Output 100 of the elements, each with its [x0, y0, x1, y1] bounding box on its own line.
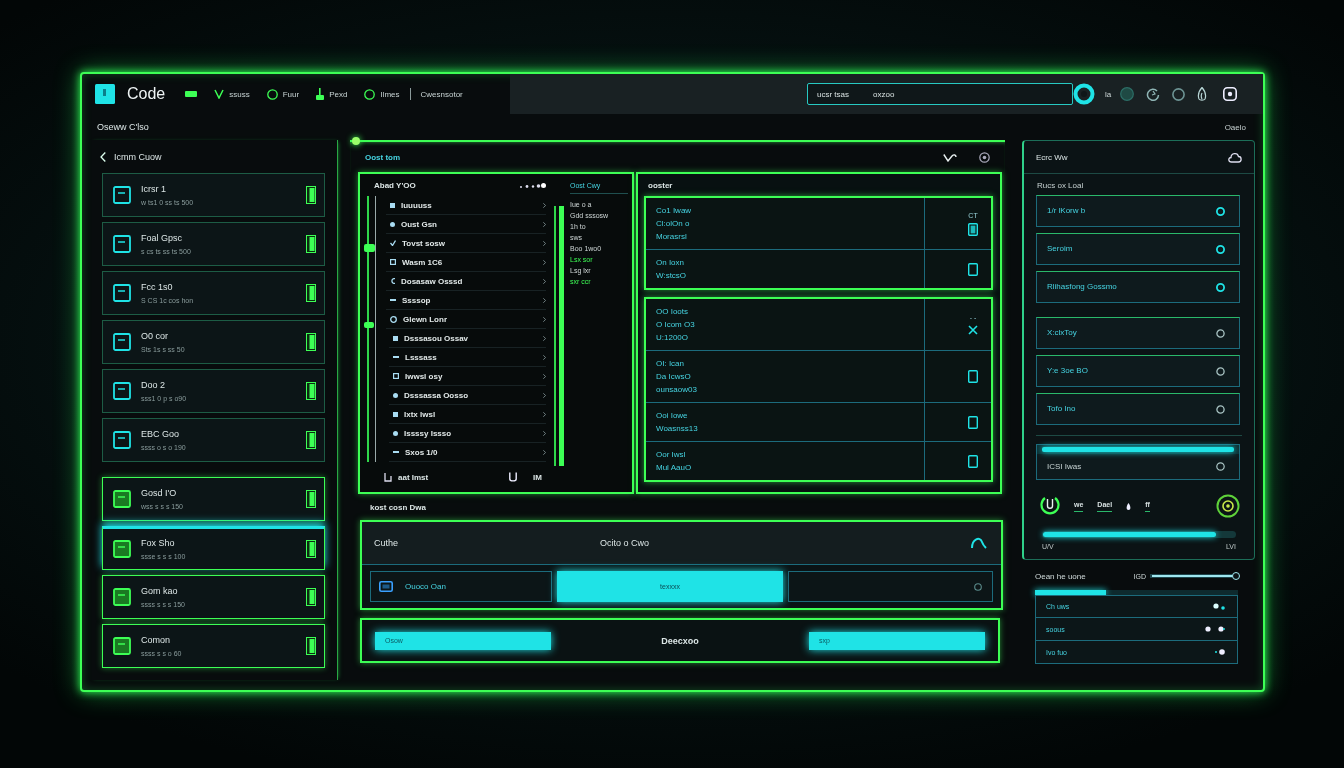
card-title: Doo 2: [141, 380, 167, 390]
option-item[interactable]: Seroim: [1036, 233, 1240, 265]
checkbox[interactable]: [968, 454, 978, 468]
tree-item[interactable]: Wasm 1C6: [386, 253, 546, 272]
scrollbar[interactable]: [364, 196, 378, 462]
dots-icon[interactable]: [1205, 626, 1225, 632]
monitor-icon: [379, 581, 393, 592]
slider-fill[interactable]: [1043, 532, 1216, 537]
editor-title: Oost tom: [365, 152, 401, 162]
tree-item[interactable]: Ssssop: [386, 291, 546, 310]
tab-icon: [306, 431, 316, 449]
list-title: ooster: [648, 180, 673, 190]
chevron-right-icon: [543, 240, 546, 246]
card-title: EBC Goo: [141, 429, 181, 439]
chevron-right-icon: [543, 411, 546, 417]
dot-icon: [393, 430, 398, 436]
card-title: Foal Gpsc: [141, 233, 183, 243]
chevron-right-icon: [543, 430, 546, 436]
check-icon[interactable]: [943, 152, 957, 162]
refresh-icon[interactable]: [1146, 87, 1161, 101]
tree-item[interactable]: Glewn Lonr: [386, 310, 546, 329]
dots-icon[interactable]: [520, 181, 546, 189]
nav-item[interactable]: Pexd: [316, 88, 348, 100]
search-field[interactable]: ucsr tsas oxzoo: [807, 83, 1073, 105]
nav-item[interactable]: Ilmes: [364, 88, 400, 100]
tree-item[interactable]: Dosasaw Osssd: [386, 272, 546, 291]
ring-icon[interactable]: [1073, 83, 1095, 105]
dot-icon: [390, 221, 395, 227]
nav-item[interactable]: Cwesnsotor: [420, 89, 463, 99]
nav-item[interactable]: Fuur: [266, 88, 300, 100]
dash-icon: [390, 299, 396, 301]
flame-icon[interactable]: [1197, 87, 1208, 101]
option-item[interactable]: X:clxToy: [1036, 317, 1240, 349]
panel-title: Icmm Cuow: [114, 151, 162, 162]
tab-icon: [306, 284, 316, 302]
input-field[interactable]: [788, 571, 993, 602]
ring-icon: [390, 315, 397, 323]
tree-item[interactable]: Ixtx lwsl: [389, 405, 546, 424]
tree-item[interactable]: Iwwsl osy: [389, 367, 546, 386]
nav-item[interactable]: ssuss: [214, 89, 250, 99]
loop-icon[interactable]: [971, 537, 987, 549]
power-icon[interactable]: [1040, 495, 1060, 517]
section-label: Rucs ox Loal: [1036, 180, 1085, 192]
tree-item[interactable]: Tovst sosw: [386, 234, 546, 253]
page-title: Oseww C'lso: [97, 122, 149, 132]
option-item[interactable]: 1/r lKorw b: [1036, 195, 1240, 227]
dash-icon: [393, 356, 399, 358]
checkbox[interactable]: [968, 370, 978, 383]
slider-thumb[interactable]: [1232, 572, 1240, 580]
tree-item[interactable]: Iuuuuss: [386, 196, 546, 215]
checkbox[interactable]: [968, 262, 978, 276]
square-outline-icon: [393, 373, 399, 379]
ring-icon[interactable]: [1172, 87, 1186, 101]
tile-icon: [113, 284, 131, 302]
corner-label: Oaelo: [1224, 122, 1246, 132]
row-text: Oor Iwsl: [656, 449, 687, 461]
option-item[interactable]: Tofo Ino: [1036, 393, 1240, 425]
circle-icon[interactable]: [1120, 87, 1135, 101]
tree-item[interactable]: Dsssasou Ossav: [389, 329, 546, 348]
card-title: Fcc 1s0: [141, 282, 174, 292]
row-text: O Icom O3: [656, 319, 696, 331]
row-text: W:stcsO: [656, 270, 688, 282]
check-icon: [214, 89, 225, 99]
checkbox[interactable]: [968, 415, 978, 429]
account-label: la: [1105, 89, 1112, 99]
cloud-icon[interactable]: [1228, 151, 1242, 163]
plug-icon: [316, 88, 325, 100]
slider-track[interactable]: [1042, 531, 1236, 538]
toggle-icon[interactable]: [1213, 603, 1225, 610]
ring-icon[interactable]: [979, 151, 990, 163]
tree-item[interactable]: Issssy Issso: [389, 424, 546, 443]
knob-icon[interactable]: [1216, 494, 1240, 518]
tile-icon: [113, 382, 131, 400]
chevron-right-icon: [543, 316, 546, 322]
cup-icon[interactable]: [509, 472, 518, 482]
footer-text: aat Imst: [398, 472, 429, 482]
tree-item[interactable]: Lsssass: [389, 348, 546, 367]
tree-item[interactable]: Sxos 1/0: [389, 443, 546, 462]
cross-checkbox[interactable]: [968, 325, 978, 335]
tab-icon: [306, 637, 316, 655]
tree-item[interactable]: Oust Gsn: [386, 215, 546, 234]
chevron-right-icon: [543, 449, 546, 455]
row-text: Morasrsl: [656, 231, 688, 243]
record-icon[interactable]: [1223, 87, 1238, 101]
corner-icon[interactable]: [384, 472, 392, 482]
panel-title: Ecrc Ww: [1036, 152, 1068, 162]
glow-dot-icon: [352, 137, 360, 145]
checkbox[interactable]: [968, 222, 978, 236]
card-title: Gom kao: [141, 586, 179, 596]
card-title: Comon: [141, 635, 171, 645]
card-title: Fox Sho: [141, 538, 176, 548]
chevron-left-icon[interactable]: [100, 151, 106, 162]
drop-icon[interactable]: [1126, 502, 1132, 510]
dot-icon[interactable]: [1215, 649, 1225, 655]
tree-title: Abad Y'OO: [374, 180, 416, 190]
tree-item[interactable]: Dsssassa Oosso: [389, 386, 546, 405]
tile-icon: [113, 540, 131, 558]
option-item[interactable]: Y:e 3oe BO: [1036, 355, 1240, 387]
bar-icon[interactable]: [185, 91, 198, 97]
option-item[interactable]: Rlihasfong Gossmo: [1036, 271, 1240, 303]
